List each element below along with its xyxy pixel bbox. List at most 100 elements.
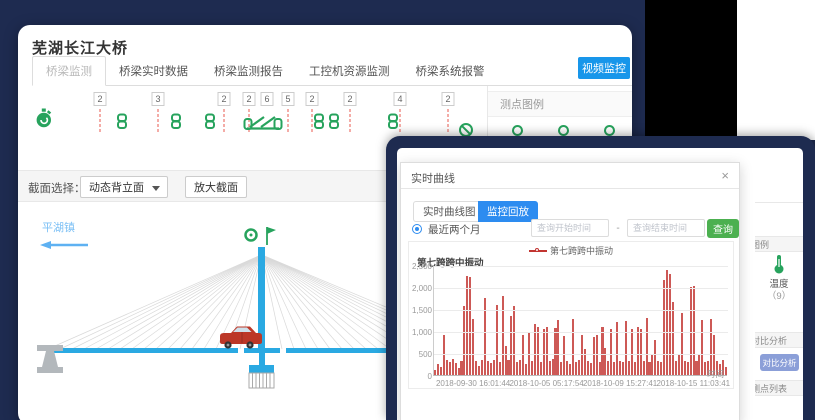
bar: [569, 364, 571, 375]
bar: [581, 335, 583, 375]
bar: [725, 367, 727, 375]
bar: [596, 335, 598, 375]
bar: [552, 359, 554, 375]
bar: [654, 340, 656, 375]
recent-two-months-radio[interactable]: [412, 224, 422, 234]
section-select-value: 动态背立面: [89, 179, 144, 195]
bar: [446, 360, 448, 375]
link-icon[interactable]: [116, 113, 128, 135]
stopwatch-icon: [35, 108, 53, 134]
gridline: [434, 354, 728, 355]
bar: [604, 348, 606, 375]
bar: [519, 360, 521, 375]
radio-label: 最近两个月: [428, 222, 481, 237]
link-icon[interactable]: [328, 113, 340, 135]
bar: [684, 361, 686, 376]
link-icon[interactable]: [204, 113, 216, 135]
bar: [566, 361, 568, 376]
link-icon[interactable]: [387, 113, 399, 135]
bar: [496, 305, 498, 375]
tab-0[interactable]: 桥梁监测: [32, 56, 106, 86]
sensor-dash-line: [224, 109, 225, 132]
bar: [507, 360, 509, 375]
bar: [584, 349, 586, 375]
bar: [505, 346, 507, 375]
chart-plot-area: 05001,0001,5002,0002,500: [433, 266, 727, 376]
bar: [599, 362, 601, 375]
bar: [587, 361, 589, 376]
divider: [755, 202, 803, 203]
page-title: 芜湖长江大桥: [32, 37, 128, 58]
x-tick-label: 2018-10-15 11:03:41: [656, 379, 730, 388]
screen: 芜湖长江大桥 桥梁监测桥梁实时数据桥梁监测报告工控机资源监测桥梁系统报警 视频监…: [0, 0, 815, 420]
bar: [590, 363, 592, 375]
tab-realtime-curve[interactable]: 实时曲线图: [413, 201, 486, 222]
bar: [701, 320, 703, 375]
tab-3[interactable]: 工控机资源监测: [296, 57, 403, 85]
link-icon[interactable]: [313, 113, 325, 135]
bar: [637, 327, 639, 375]
bar: [554, 328, 556, 375]
sensor-dash-line: [350, 109, 351, 132]
bar: [631, 329, 633, 375]
bar: [546, 327, 548, 375]
bar: [578, 360, 580, 375]
bar: [628, 361, 630, 376]
bar: [625, 321, 627, 375]
sensor-count-badge: 2: [243, 92, 256, 106]
bar: [710, 319, 712, 375]
bar: [698, 355, 700, 375]
sensor-count-badge: 2: [442, 92, 455, 106]
query-end-time-input[interactable]: [627, 219, 705, 237]
video-monitor-button[interactable]: 视频监控: [578, 57, 630, 79]
desktop-white-region: [737, 0, 815, 140]
tab-4[interactable]: 桥梁系统报警: [403, 57, 498, 85]
gridline: [434, 288, 728, 289]
tab-2[interactable]: 桥梁监测报告: [201, 57, 296, 85]
date-range-separator: -: [611, 219, 625, 237]
bar: [651, 355, 653, 375]
link-icon[interactable]: [170, 113, 182, 135]
bar: [557, 320, 559, 375]
tab-1[interactable]: 桥梁实时数据: [106, 57, 201, 85]
sensor-count-badge: 5: [282, 92, 295, 106]
query-button[interactable]: 查询: [707, 219, 739, 238]
bar: [616, 322, 618, 375]
bar: [490, 363, 492, 375]
sensor-count-badge: 6: [261, 92, 274, 106]
tab-monitor-playback[interactable]: 监控回放: [478, 201, 538, 222]
bar: [434, 370, 436, 375]
zoom-section-button[interactable]: 放大截面: [185, 176, 247, 198]
measurement-side-panel: 图例 温度 （9） 对比分析 对比分析 测点列表: [755, 148, 803, 420]
dialog-title: 实时曲线: [411, 170, 455, 186]
close-icon[interactable]: ×: [721, 168, 729, 183]
desktop-black-region: [645, 0, 737, 140]
compare-analysis-button[interactable]: 对比分析: [760, 354, 799, 371]
truss-icon[interactable]: [243, 113, 283, 137]
legend-marker-icon: [529, 248, 547, 253]
bar: [487, 361, 489, 375]
bar: [460, 361, 462, 375]
bar: [695, 361, 697, 376]
bar: [663, 280, 665, 375]
gridline: [434, 310, 728, 311]
bar: [499, 362, 501, 375]
bar: [440, 367, 442, 375]
bar: [560, 362, 562, 375]
bar: [452, 359, 454, 375]
bar: [472, 319, 474, 375]
bar: [572, 319, 574, 375]
bar: [525, 364, 527, 375]
bar: [643, 361, 645, 376]
bar: [657, 361, 659, 376]
bar: [672, 302, 674, 375]
bar: [469, 277, 471, 375]
bar: [510, 316, 512, 375]
bar: [593, 337, 595, 375]
section-select-dropdown[interactable]: 动态背立面: [80, 176, 168, 198]
bar: [690, 287, 692, 375]
vibration-chart: 第七跨跨中振动 第七跨跨中振动 05001,0001,5002,0002,500…: [408, 241, 734, 389]
bar: [481, 360, 483, 375]
query-start-time-input[interactable]: [531, 219, 609, 237]
bar: [537, 327, 539, 375]
